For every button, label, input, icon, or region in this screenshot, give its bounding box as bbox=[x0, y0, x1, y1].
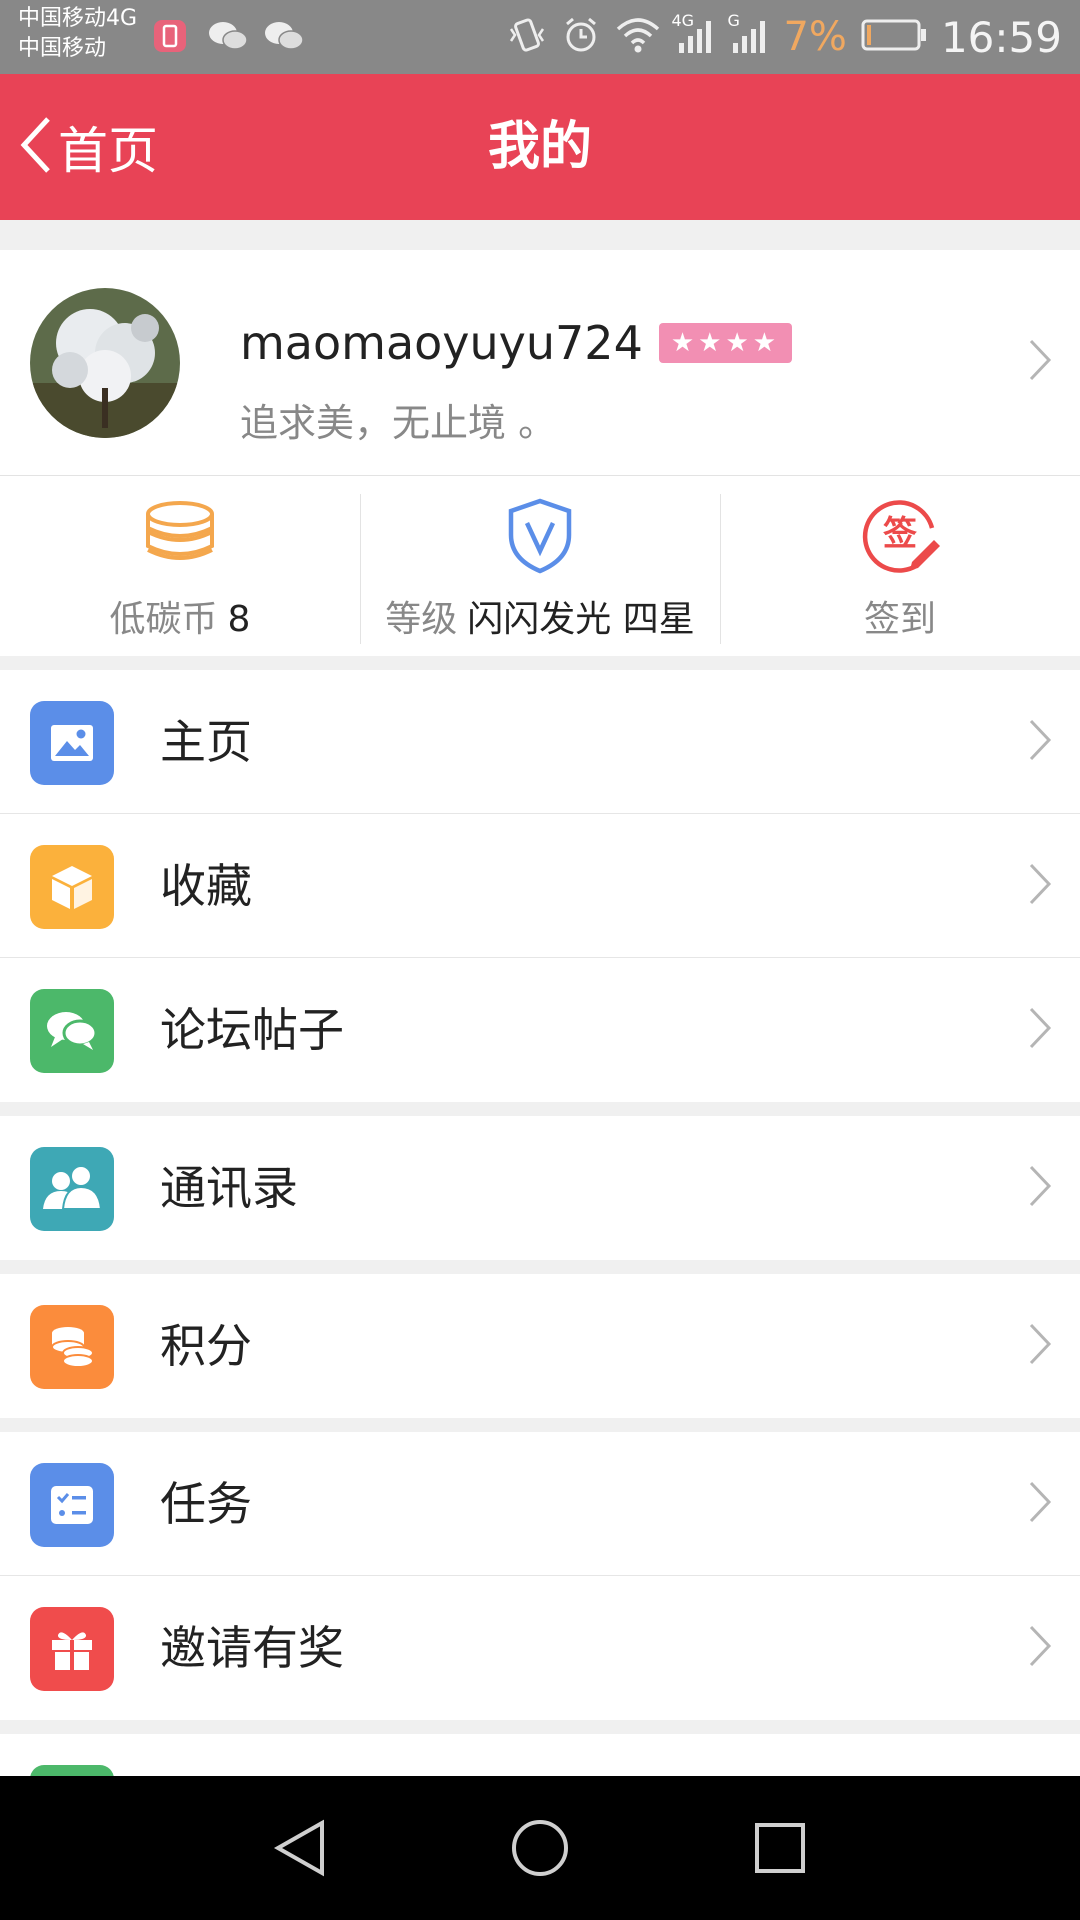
chevron-right-icon bbox=[1028, 338, 1052, 386]
menu-item-label: 积分 bbox=[160, 1319, 252, 1373]
profile-card[interactable]: maomaoyuyu724 ★★★★ 追求美，无止境 。 bbox=[0, 250, 1080, 476]
coins-stat[interactable]: 低碳币 8 bbox=[0, 476, 360, 656]
level-text: 等级 闪闪发光 四星 bbox=[385, 590, 694, 642]
menu-item-invite-rewards[interactable]: 邀请有奖 bbox=[0, 1576, 1080, 1720]
task-list-icon bbox=[30, 1463, 114, 1547]
nav-recents-icon[interactable] bbox=[750, 1818, 810, 1878]
wechat-notification-icon bbox=[206, 18, 250, 54]
status-icons: 4G G 7% 16:59 bbox=[507, 0, 1062, 74]
battery-saver-notification-icon bbox=[152, 18, 188, 54]
signal-g-icon: G bbox=[727, 11, 769, 57]
menu-item-label: 通讯录 bbox=[160, 1161, 298, 1215]
battery-percent: 7% bbox=[783, 14, 847, 60]
wifi-icon bbox=[615, 15, 661, 59]
vibrate-icon bbox=[507, 15, 547, 59]
menu-item-forum-posts[interactable]: 论坛帖子 bbox=[0, 958, 1080, 1102]
menu-item-tasks[interactable]: 任务 bbox=[0, 1432, 1080, 1576]
menu-item-label: 主页 bbox=[160, 715, 252, 769]
app-bar: 首页 我的 bbox=[0, 74, 1080, 220]
menu-item-homepage[interactable]: 主页 bbox=[0, 670, 1080, 814]
menu-item-favorites[interactable]: 收藏 bbox=[0, 814, 1080, 958]
level-stat[interactable]: 等级 闪闪发光 四星 bbox=[360, 476, 720, 656]
checkin-stat[interactable]: 签 签到 bbox=[720, 476, 1080, 656]
system-nav-bar bbox=[0, 1776, 1080, 1920]
avatar[interactable] bbox=[30, 288, 180, 438]
chevron-right-icon bbox=[1028, 1624, 1052, 1672]
battery-icon bbox=[861, 17, 927, 57]
coins-icon bbox=[30, 1305, 114, 1389]
clock: 16:59 bbox=[940, 12, 1062, 62]
image-icon bbox=[30, 701, 114, 785]
menu-group: 主页 收藏 论坛帖子 bbox=[0, 670, 1080, 1102]
alarm-icon bbox=[561, 15, 601, 59]
stats-row: 低碳币 8 等级 闪闪发光 四星 签 签到 bbox=[0, 476, 1080, 656]
carrier-2: 中国移动 bbox=[18, 36, 107, 61]
level-value: 闪闪发光 四星 bbox=[467, 599, 695, 640]
menu-group: 积分 bbox=[0, 1274, 1080, 1418]
chat-bubbles-icon bbox=[30, 989, 114, 1073]
checkin-badge-text: 签 bbox=[883, 514, 917, 554]
checkin-label: 签到 bbox=[863, 599, 936, 640]
box-icon bbox=[30, 845, 114, 929]
menu-item-label: 邀请有奖 bbox=[160, 1621, 344, 1675]
wechat-notification-icon bbox=[262, 18, 306, 54]
menu-group: 任务 邀请有奖 bbox=[0, 1432, 1080, 1720]
checkin-sign-icon: 签 bbox=[860, 496, 940, 576]
carrier-info: 中国移动4G 中国移动 bbox=[18, 4, 137, 64]
profile-signature: 追求美，无止境 。 bbox=[240, 401, 557, 445]
menu-item-label: 收藏 bbox=[160, 859, 252, 913]
menu-item-contacts[interactable]: 通讯录 bbox=[0, 1116, 1080, 1260]
menu-item-label: 论坛帖子 bbox=[160, 1003, 344, 1057]
coins-text: 低碳币 8 bbox=[110, 590, 251, 642]
gift-icon bbox=[30, 1607, 114, 1691]
chevron-right-icon bbox=[1028, 862, 1052, 910]
star-rating-badge: ★★★★ bbox=[658, 323, 793, 363]
coins-label: 低碳币 bbox=[109, 599, 218, 640]
signal-4g-icon: 4G bbox=[671, 11, 715, 57]
chevron-right-icon bbox=[1028, 1164, 1052, 1212]
username: maomaoyuyu724 bbox=[240, 316, 643, 370]
status-bar: 中国移动4G 中国移动 4G G 7% 16:59 bbox=[0, 0, 1080, 74]
menu-item-label: 任务 bbox=[160, 1477, 252, 1531]
chevron-right-icon bbox=[1028, 718, 1052, 766]
shield-v-icon bbox=[505, 496, 575, 576]
coin-stack-icon bbox=[142, 496, 218, 576]
chevron-right-icon bbox=[1028, 1006, 1052, 1054]
nav-back-icon[interactable] bbox=[270, 1818, 330, 1878]
menu-item-points[interactable]: 积分 bbox=[0, 1274, 1080, 1418]
chevron-right-icon bbox=[1028, 1322, 1052, 1370]
menu-list: 主页 收藏 论坛帖子 通讯录 积分 任务 邀请有奖 bbox=[0, 670, 1080, 1892]
contacts-icon bbox=[30, 1147, 114, 1231]
coins-value: 8 bbox=[227, 599, 251, 640]
nav-home-icon[interactable] bbox=[510, 1818, 570, 1878]
menu-group: 通讯录 bbox=[0, 1116, 1080, 1260]
chevron-right-icon bbox=[1028, 1480, 1052, 1528]
username-row: maomaoyuyu724 ★★★★ bbox=[240, 316, 793, 370]
page-title: 我的 bbox=[487, 117, 592, 177]
level-label: 等级 bbox=[385, 599, 458, 640]
carrier-1: 中国移动4G bbox=[18, 6, 138, 31]
